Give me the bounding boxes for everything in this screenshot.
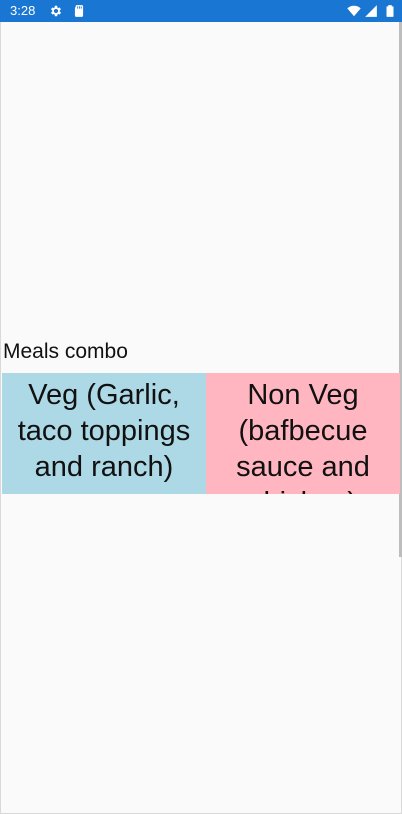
meal-combo-row: Veg (Garlic, taco toppings and ranch) No…: [2, 373, 400, 494]
non-veg-combo-button[interactable]: Non Veg (bafbecue sauce and chicken): [206, 373, 400, 494]
cell-signal-icon: [365, 5, 377, 17]
battery-icon: [386, 5, 394, 17]
status-time: 3:28: [10, 3, 36, 18]
section-title: Meals combo: [3, 340, 128, 363]
sd-card-icon: [74, 5, 84, 17]
status-bar: 3:28: [0, 0, 402, 22]
wifi-icon: [347, 5, 361, 17]
gear-icon: [50, 5, 62, 17]
veg-combo-button[interactable]: Veg (Garlic, taco toppings and ranch): [2, 373, 206, 494]
